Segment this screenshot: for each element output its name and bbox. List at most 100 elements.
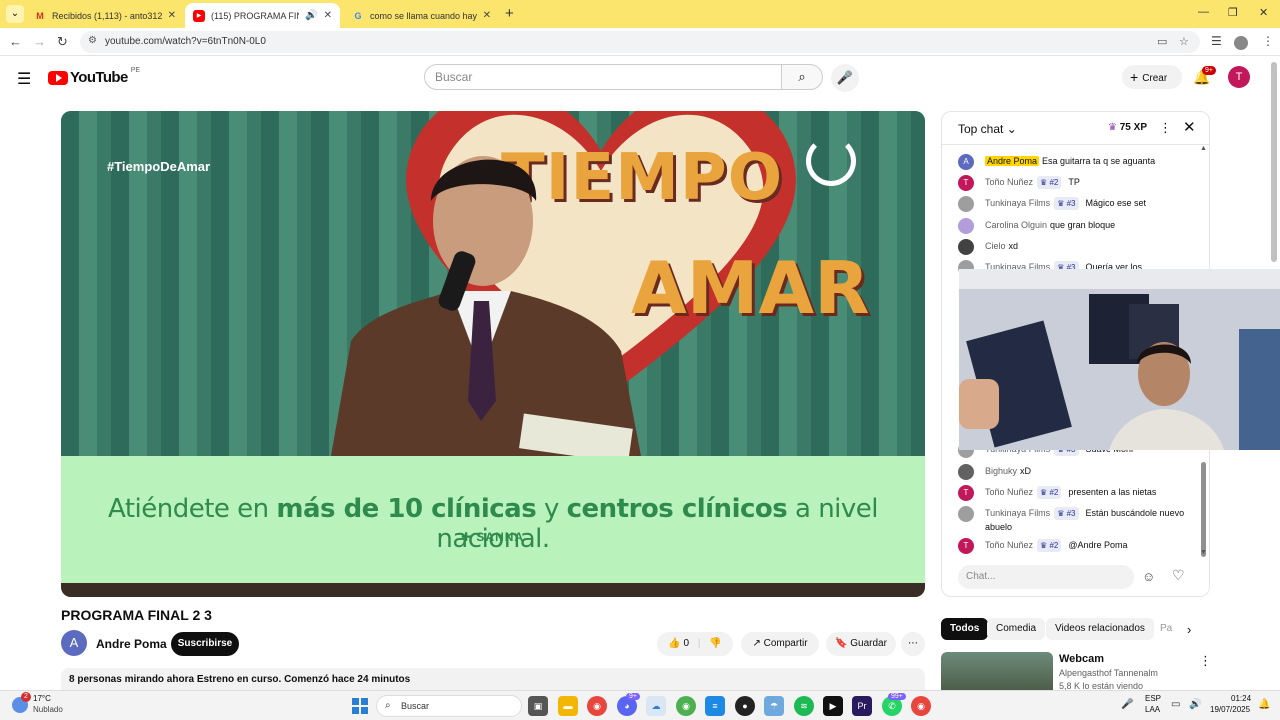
chat-scroll-up-icon[interactable]: ▲ (1200, 145, 1207, 152)
chat-author-name[interactable]: Andre Poma (985, 156, 1040, 166)
xp-indicator[interactable]: ♛ 75 XP (1108, 122, 1147, 133)
share-button[interactable]: ↗ Compartir (741, 632, 819, 656)
recommendation-more-icon[interactable]: ⋮ (1199, 653, 1212, 669)
page-scrollbar[interactable] (1271, 62, 1277, 262)
chat-author-avatar[interactable]: A (958, 154, 974, 170)
chat-author-avatar[interactable] (958, 218, 974, 234)
account-avatar[interactable]: T (1228, 66, 1250, 88)
browser-app-icon[interactable]: ☁ (646, 696, 666, 716)
filter-chip[interactable]: Todos (941, 618, 989, 640)
video-player[interactable]: TIEMPO AMAR #TiempoDeAmar Atiéndete en m… (61, 111, 925, 597)
recommendation-channel[interactable]: Alpengasthof Tannenalm (1059, 668, 1158, 678)
tab-youtube[interactable]: ▶ (115) PROGRAMA FINAL 2 3 🔊 ✕ (185, 3, 340, 28)
filter-chip[interactable]: Videos relacionados (1046, 618, 1154, 640)
chat-author-avatar[interactable]: T (958, 485, 974, 501)
menu-icon[interactable]: ☰ (17, 69, 31, 89)
chat-author-name[interactable]: Tunkinaya Films (985, 198, 1050, 208)
notepad-icon[interactable]: ≡ (705, 696, 725, 716)
close-window-icon[interactable]: ✕ (1259, 6, 1268, 19)
create-button[interactable]: + Crear (1122, 65, 1182, 89)
tab-google[interactable]: G como se llama cuando hay erro ✕ (344, 3, 499, 28)
temperature[interactable]: 17°C (33, 694, 51, 703)
speaker-icon[interactable]: 🔊 (305, 10, 317, 21)
chrome-icon[interactable]: ◉ (587, 696, 607, 716)
chat-author-avatar[interactable] (958, 506, 974, 522)
profile-icon[interactable] (1234, 36, 1248, 50)
recommendation-thumbnail[interactable] (941, 652, 1053, 690)
site-info-icon[interactable]: ⚙ (88, 35, 97, 46)
emoji-icon[interactable]: ☺ (1142, 569, 1155, 584)
keyboard-layout[interactable]: LAA (1145, 705, 1160, 714)
chat-scrollbar[interactable] (1201, 462, 1206, 557)
close-tab-icon[interactable]: ✕ (483, 10, 491, 21)
youtube-logo[interactable]: YouTube PE (48, 67, 140, 86)
taskbar-search[interactable]: ⌕ Buscar (376, 695, 522, 717)
more-actions-icon[interactable]: ⋯ (901, 632, 925, 656)
chat-input[interactable]: Chat... (958, 565, 1134, 589)
close-chat-icon[interactable]: ✕ (1183, 118, 1196, 136)
channel-name[interactable]: Andre Poma (96, 637, 167, 651)
minimize-icon[interactable]: — (1198, 6, 1209, 18)
heart-icon[interactable]: ♡ (1172, 567, 1185, 584)
reading-list-icon[interactable]: ☰ (1211, 34, 1222, 48)
windows-start-icon[interactable] (352, 698, 368, 714)
chat-author-name[interactable]: Tunkinaya Films (985, 508, 1050, 518)
media-app-icon[interactable]: ▶ (823, 696, 843, 716)
search-icon[interactable]: ⌕ (781, 64, 823, 90)
chat-author-name[interactable]: Toño Nuñez (985, 177, 1033, 187)
chevron-right-icon[interactable]: › (1187, 622, 1191, 637)
spotify-icon[interactable]: ≋ (794, 696, 814, 716)
close-tab-icon[interactable]: ✕ (324, 10, 332, 21)
browser-menu-icon[interactable]: ⋮ (1262, 34, 1274, 48)
clock-time[interactable]: 01:24 (1231, 694, 1251, 703)
chat-more-icon[interactable]: ⋮ (1159, 120, 1172, 136)
new-tab-icon[interactable]: + (505, 5, 514, 22)
weather-condition[interactable]: Nublado (33, 705, 63, 714)
cast-icon[interactable]: ▭ (1157, 35, 1167, 48)
chat-author-name[interactable]: Toño Nuñez (985, 540, 1033, 550)
premiere-icon[interactable]: Pr (852, 696, 872, 716)
filter-chip[interactable]: Comedia (987, 618, 1046, 640)
restore-icon[interactable]: ❐ (1228, 6, 1238, 19)
tab-gmail[interactable]: M Recibidos (1,113) - anto3120025 ✕ (26, 3, 184, 28)
task-view-icon[interactable]: ▣ (528, 696, 548, 716)
chat-scroll-down-icon[interactable]: ▼ (1200, 549, 1207, 556)
chat-author-avatar[interactable]: T (958, 175, 974, 191)
omnibox[interactable]: ⚙ youtube.com/watch?v=6tnTn0N-0L0 ▭ ☆ (80, 31, 1200, 53)
close-tab-icon[interactable]: ✕ (168, 10, 176, 21)
chat-author-name[interactable]: Toño Nuñez (985, 487, 1033, 497)
channel-avatar[interactable]: A (61, 630, 87, 656)
chat-author-avatar[interactable] (958, 239, 974, 255)
chat-mode-selector[interactable]: Top chat ⌄ (958, 122, 1017, 136)
filter-chip[interactable]: Pa (1152, 618, 1176, 640)
chat-author-name[interactable]: Cielo (985, 241, 1006, 251)
obs-icon[interactable]: ● (735, 696, 755, 716)
chat-author-name[interactable]: Bighuky (985, 466, 1017, 476)
network-icon[interactable]: ▭ (1171, 699, 1180, 710)
recommendation-title[interactable]: Webcam (1059, 653, 1104, 665)
subscribe-button[interactable]: Suscribirse (171, 632, 239, 656)
save-button[interactable]: 🔖 Guardar (826, 632, 896, 656)
file-explorer-icon[interactable]: ▬ (558, 696, 578, 716)
clock-date[interactable]: 19/07/2025 (1210, 705, 1250, 714)
chat-author-name[interactable]: Carolina Olguin (985, 220, 1047, 230)
chrome-profile-icon[interactable]: ◉ (676, 696, 696, 716)
bookmark-star-icon[interactable]: ☆ (1179, 35, 1189, 48)
forward-icon[interactable]: → (33, 34, 46, 49)
search-input[interactable]: Buscar (424, 64, 782, 90)
tab-search-button[interactable]: ⌄ (6, 5, 24, 23)
chat-author-avatar[interactable] (958, 464, 974, 480)
chat-author-avatar[interactable] (958, 196, 974, 212)
microphone-icon[interactable]: 🎤 (831, 64, 859, 92)
url-text[interactable]: youtube.com/watch?v=6tnTn0N-0L0 (105, 36, 266, 47)
back-icon[interactable]: ← (9, 34, 22, 49)
reload-icon[interactable]: ↻ (57, 34, 68, 50)
notification-center-icon[interactable]: 🔔 (1258, 699, 1270, 710)
language-code[interactable]: ESP (1145, 694, 1161, 703)
volume-icon[interactable]: 🔊 (1189, 699, 1201, 710)
chrome-window-icon[interactable]: ◉ (911, 696, 931, 716)
like-button[interactable]: 👍 0 (668, 638, 689, 649)
chat-author-avatar[interactable]: T (958, 538, 974, 554)
thumbs-down-icon[interactable]: 👎 (709, 638, 721, 649)
microphone-tray-icon[interactable]: 🎤 (1121, 699, 1133, 710)
